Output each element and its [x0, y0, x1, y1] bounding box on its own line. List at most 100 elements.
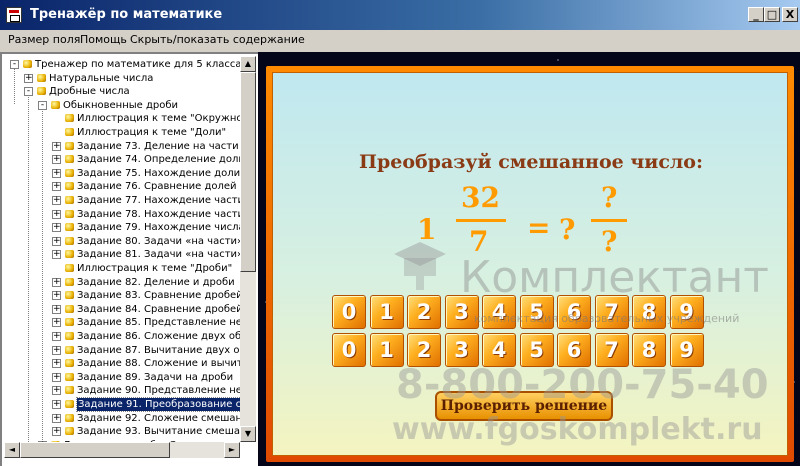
tree-item-label: Задание 93. Вычитание смешанных чисел	[77, 426, 240, 438]
task-icon	[65, 277, 74, 286]
tree-item[interactable]: + Задание 83. Сравнение дробей	[4, 289, 240, 302]
row1-digit-button[interactable]: 1	[369, 295, 404, 329]
expand-toggle[interactable]: +	[52, 427, 61, 437]
task-icon	[65, 427, 74, 436]
tree-item[interactable]: + Задание 81. Задачи «на части»	[4, 248, 240, 261]
tree-item[interactable]: + Задание 93. Вычитание смешанных чисел	[4, 425, 240, 438]
tree-item-label: Задание 86. Сложение двух обыкновенных д…	[77, 331, 240, 342]
expand-toggle[interactable]: +	[52, 182, 61, 192]
expand-toggle[interactable]: +	[52, 386, 61, 396]
task-icon	[65, 250, 74, 259]
tree-item-label: Задание 83. Сравнение дробей	[77, 290, 240, 302]
expand-toggle[interactable]: +	[52, 372, 61, 382]
page-icon	[65, 264, 74, 272]
scroll-right-button[interactable]: ►	[224, 442, 240, 458]
expand-toggle[interactable]: +	[24, 73, 33, 83]
tree-item[interactable]: Иллюстрация к теме "Доли"	[4, 126, 240, 139]
exercise-prompt: Преобразуй смешанное число:	[359, 151, 703, 173]
tree-item[interactable]: + Задание 75. Нахождение доли от числа	[4, 167, 240, 180]
graduation-cap-logo	[394, 242, 446, 290]
tree-item-label: Задание 80. Задачи «на части»	[77, 235, 240, 247]
minimize-button[interactable]: _	[748, 7, 764, 22]
menu-toggle-contents[interactable]: Скрыть/показать содержание	[130, 33, 305, 46]
tree-item[interactable]: + Задание 80. Задачи «на части»	[4, 235, 240, 248]
expand-toggle[interactable]: +	[52, 359, 61, 369]
tree-item[interactable]: + Задание 87. Вычитание двух обыкновенных…	[4, 344, 240, 357]
tree-item[interactable]: + Задание 79. Нахождение числа	[4, 221, 240, 234]
task-icon	[65, 196, 74, 204]
tree-item[interactable]: + Задание 92. Сложение смешанных чисел	[4, 412, 240, 425]
tree-item[interactable]: Иллюстрация к теме "Дроби"	[4, 262, 240, 275]
close-button[interactable]: X	[782, 7, 798, 22]
row1-digit-button[interactable]: 0	[332, 295, 366, 329]
tree-item-label: Задание 73. Деление на части	[77, 140, 239, 152]
tree-item[interactable]: + Задание 88. Сложение и вычитание	[4, 357, 240, 370]
tree-vertical-scrollbar[interactable]: ▲ ▼	[240, 56, 256, 442]
tree-horizontal-scrollbar[interactable]: ◄ ►	[4, 442, 240, 458]
expand-toggle[interactable]: +	[52, 277, 61, 287]
scroll-up-button[interactable]: ▲	[240, 56, 256, 72]
task-icon	[65, 168, 74, 177]
expand-toggle[interactable]: +	[52, 223, 61, 233]
expand-toggle[interactable]: +	[52, 318, 61, 328]
expand-toggle[interactable]: +	[52, 196, 61, 205]
expand-toggle[interactable]: +	[52, 400, 61, 409]
tree-item[interactable]: - Дробные числа	[4, 85, 240, 98]
page-icon	[65, 114, 74, 123]
expand-toggle[interactable]: +	[52, 168, 61, 178]
book-icon	[37, 73, 46, 82]
app-icon[interactable]	[6, 7, 22, 23]
maximize-button[interactable]: □	[764, 7, 780, 22]
expand-toggle[interactable]: +	[52, 291, 61, 301]
tree-item[interactable]: + Задание 84. Сравнение дробей	[4, 303, 240, 316]
app-window: Тренажёр по математике _ □ X Размер поля…	[0, 0, 800, 466]
tree-item-label: Иллюстрация к теме "Дроби"	[77, 263, 233, 274]
tree-item[interactable]: + Задание 85. Представление неправильной …	[4, 316, 240, 329]
tree-item-label: Задание 82. Деление и дроби	[77, 276, 235, 288]
row1-digit-button[interactable]: 2	[407, 295, 441, 329]
book-icon	[23, 60, 32, 68]
expand-toggle[interactable]: +	[52, 332, 61, 341]
expand-toggle[interactable]: +	[52, 236, 61, 246]
tree-item[interactable]: + Задание 74. Определение доли	[4, 153, 240, 166]
scroll-left-button[interactable]: ◄	[4, 442, 20, 458]
tree-item[interactable]: + Задание 73. Деление на части	[4, 140, 240, 153]
expand-toggle[interactable]: +	[52, 209, 61, 219]
expand-toggle[interactable]: +	[52, 141, 61, 151]
menu-field-size[interactable]: Размер поля	[8, 33, 80, 46]
task-icon	[65, 304, 74, 313]
tree-item-label: Задание 89. Задачи на дроби	[77, 371, 234, 383]
expand-toggle[interactable]: +	[52, 155, 61, 165]
collapse-toggle[interactable]: -	[38, 100, 47, 110]
expand-toggle[interactable]: +	[52, 345, 61, 355]
title-bar[interactable]: Тренажёр по математике _ □ X	[0, 0, 800, 30]
answer-whole-slot[interactable]: ?	[559, 213, 575, 246]
scroll-down-button[interactable]: ▼	[240, 426, 256, 442]
tree-item[interactable]: + Задание 76. Сравнение долей	[4, 180, 240, 193]
collapse-toggle[interactable]: -	[24, 87, 33, 97]
mixed-numerator: 32	[461, 181, 500, 214]
tree-item[interactable]: - Тренажер по математике для 5 класса	[4, 58, 240, 71]
expand-toggle[interactable]: +	[52, 250, 61, 260]
collapse-toggle[interactable]: -	[10, 60, 19, 69]
tree-horizontal-scroll-thumb[interactable]	[20, 442, 170, 458]
tree-item[interactable]: + Задание 86. Сложение двух обыкновенных …	[4, 330, 240, 343]
tree-item[interactable]: + Задание 78. Нахождение части	[4, 208, 240, 221]
tree-item-label: Задание 90. Представление неправильной д…	[77, 385, 240, 397]
tree-item[interactable]: Иллюстрация к теме "Окружность"	[4, 112, 240, 125]
page-icon	[65, 128, 74, 136]
book-icon	[37, 87, 46, 96]
tree-item[interactable]: + Задание 77. Нахождение части	[4, 194, 240, 207]
tree-item[interactable]: + Задание 90. Представление неправильной …	[4, 384, 240, 397]
tree-item-selected[interactable]: + Задание 91. Преобразование смешанного ч…	[4, 397, 240, 412]
tree-item[interactable]: - Обыкновенные дроби	[4, 99, 240, 112]
expand-toggle[interactable]: +	[52, 413, 61, 423]
row2-digit-button[interactable]: 0	[332, 333, 366, 367]
menu-help[interactable]: Помощь	[80, 33, 127, 46]
tree-item[interactable]: + Натуральные числа	[4, 72, 240, 85]
expand-toggle[interactable]: +	[52, 304, 61, 314]
answer-numerator-slot[interactable]: ?	[601, 181, 617, 214]
tree-vertical-scroll-thumb[interactable]	[240, 72, 256, 272]
tree-item[interactable]: + Задание 89. Задачи на дроби	[4, 371, 240, 384]
tree-item[interactable]: + Задание 82. Деление и дроби	[4, 276, 240, 289]
